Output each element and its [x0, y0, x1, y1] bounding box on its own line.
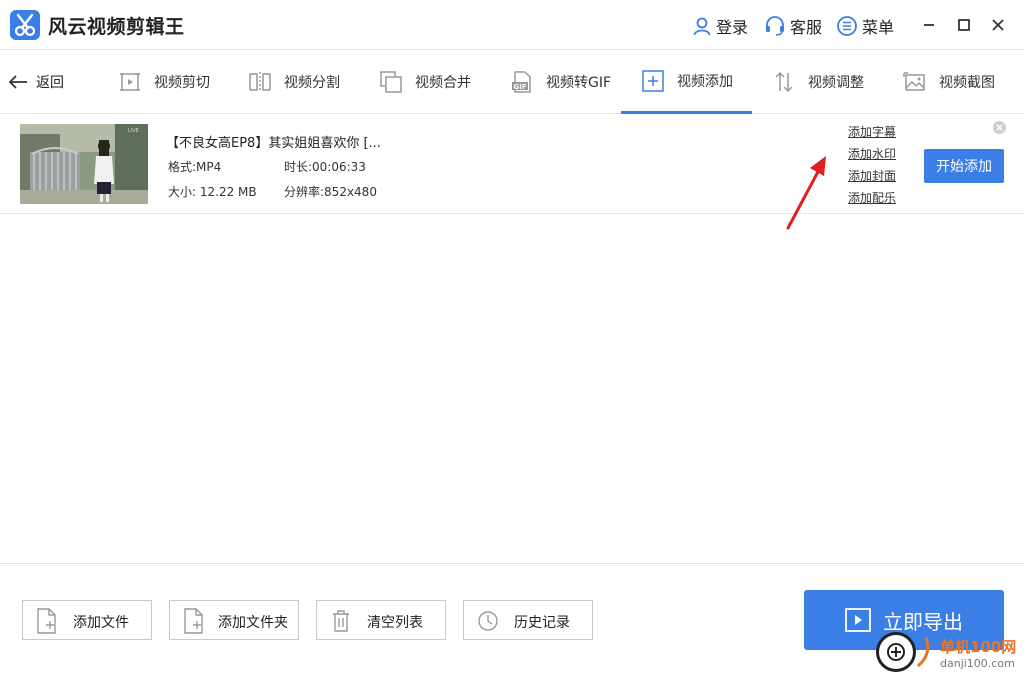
function-toolbar: 返回 视频剪切 视频分割 视频合并 GIF 视频转GIF 视频添加 视频调整 视…	[0, 50, 1024, 114]
tab-video-to-gif[interactable]: GIF 视频转GIF	[510, 50, 611, 114]
headset-icon	[766, 16, 784, 36]
back-button[interactable]: 返回	[8, 72, 64, 92]
minimize-button[interactable]	[918, 14, 940, 36]
close-icon	[992, 19, 1004, 31]
adjust-arrows-icon	[772, 70, 796, 94]
file-resolution: 分辨率:852x480	[284, 185, 377, 199]
tab-video-add[interactable]: 视频添加	[621, 50, 752, 114]
minimize-icon	[924, 24, 934, 26]
plus-square-icon	[641, 69, 665, 93]
clear-list-button[interactable]: 清空列表	[316, 600, 446, 640]
menu-label: 菜单	[862, 18, 895, 37]
remove-item-button[interactable]	[993, 121, 1006, 134]
service-label: 客服	[790, 18, 823, 37]
watermark-swoosh	[916, 637, 930, 668]
tab-label: 视频截图	[939, 75, 995, 91]
tab-label: 视频添加	[677, 73, 733, 90]
trash-icon	[329, 607, 353, 635]
file-name: 【不良女高EP8】其实姐姐喜欢你 [...	[166, 136, 381, 151]
tab-label: 视频调整	[808, 75, 864, 91]
start-add-button[interactable]: 开始添加	[924, 149, 1004, 183]
tab-video-merge[interactable]: 视频合并	[379, 50, 471, 114]
login-button[interactable]: 登录	[692, 14, 748, 38]
tab-video-split[interactable]: 视频分割	[248, 50, 340, 114]
video-cut-icon	[118, 70, 142, 94]
tab-label: 视频剪切	[154, 75, 210, 91]
tab-video-adjust[interactable]: 视频调整	[772, 50, 864, 114]
customer-service-button[interactable]: 客服	[764, 14, 822, 38]
maximize-icon	[958, 19, 970, 31]
add-folder-icon	[182, 607, 206, 635]
tab-label: 视频分割	[284, 75, 340, 91]
file-list-item[interactable]: LIVE 【不良女高EP8】其实姐姐喜欢你 [... 格式:MP4 时长:00:…	[0, 114, 1024, 230]
clear-list-label: 清空列表	[367, 615, 423, 631]
tab-video-cut[interactable]: 视频剪切	[118, 50, 210, 114]
maximize-button[interactable]	[953, 14, 975, 36]
add-watermark-link[interactable]: 添加水印	[848, 145, 896, 162]
add-file-icon	[35, 607, 59, 635]
annotation-arrow	[786, 156, 826, 230]
add-file-button[interactable]: 添加文件	[22, 600, 152, 640]
add-subtitle-link[interactable]: 添加字幕	[848, 123, 896, 140]
close-icon	[996, 124, 1003, 131]
file-duration: 时长:00:06:33	[284, 160, 366, 174]
screenshot-icon	[903, 70, 927, 94]
menu-icon	[837, 16, 857, 36]
close-window-button[interactable]	[987, 14, 1009, 36]
svg-text:GIF: GIF	[514, 83, 527, 91]
file-size: 大小: 12.22 MB	[168, 185, 257, 199]
back-label: 返回	[36, 75, 64, 91]
app-title: 风云视频剪辑王	[48, 16, 185, 38]
app-logo	[10, 10, 40, 40]
file-format: 格式:MP4	[168, 160, 222, 174]
history-label: 历史记录	[514, 615, 570, 631]
add-folder-button[interactable]: 添加文件夹	[169, 600, 299, 640]
login-label: 登录	[716, 18, 749, 37]
arrow-left-icon	[8, 75, 27, 89]
add-music-link[interactable]: 添加配乐	[848, 189, 896, 206]
menu-button[interactable]: 菜单	[836, 14, 894, 38]
tab-label: 视频转GIF	[546, 75, 612, 91]
tab-label: 视频合并	[415, 75, 471, 91]
add-folder-label: 添加文件夹	[218, 615, 288, 631]
tab-video-screenshot[interactable]: 视频截图	[903, 50, 995, 114]
clock-icon	[476, 607, 500, 635]
video-split-icon	[248, 70, 272, 94]
add-file-label: 添加文件	[73, 615, 129, 631]
watermark-domain: danji100.com	[940, 657, 1015, 670]
video-thumbnail: LIVE	[20, 124, 148, 204]
gif-icon: GIF	[510, 70, 534, 94]
watermark-site-name: 单机100网	[940, 638, 1017, 656]
plus-circle-icon	[876, 632, 916, 672]
user-icon	[693, 17, 711, 36]
history-button[interactable]: 历史记录	[463, 600, 593, 640]
site-watermark: 单机100网 danji100.com	[872, 630, 1024, 675]
play-icon	[845, 608, 871, 632]
bottom-action-bar: 添加文件 添加文件夹 清空列表 历史记录 立即导出	[0, 563, 1024, 675]
add-cover-link[interactable]: 添加封面	[848, 167, 896, 184]
title-bar: 风云视频剪辑王 登录 客服 菜单	[0, 0, 1024, 50]
video-merge-icon	[379, 70, 403, 94]
svg-text:LIVE: LIVE	[128, 128, 139, 134]
